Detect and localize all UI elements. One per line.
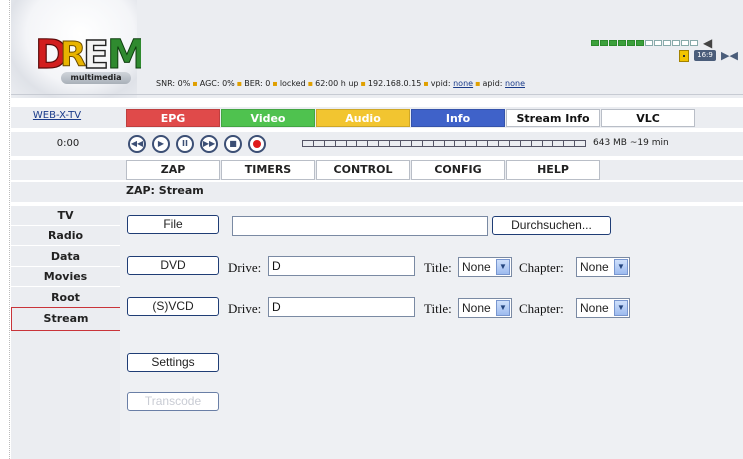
menu-timers[interactable]: TIMERS (221, 160, 315, 180)
menu-control[interactable]: CONTROL (316, 160, 410, 180)
svcd-title-select[interactable]: None ▼ (458, 298, 512, 318)
agc-value: AGC: 0% (199, 79, 235, 88)
chevron-down-icon[interactable]: ▼ (614, 259, 628, 275)
apid-link[interactable]: none (505, 79, 525, 88)
breadcrumb: ZAP: Stream (126, 184, 204, 197)
transcode-button[interactable]: Transcode (127, 392, 219, 411)
menu-zap[interactable]: ZAP (126, 160, 220, 180)
sidebar-item-stream[interactable]: Stream (11, 307, 121, 331)
chevron-down-icon[interactable]: ▼ (496, 300, 510, 316)
sidebar-item-movies[interactable]: Movies (11, 267, 120, 287)
breadcrumb-bar (11, 182, 743, 202)
svcd-chapter-label: Chapter: (519, 301, 564, 316)
dvd-drive-input[interactable]: D (268, 256, 415, 276)
dvd-title-select[interactable]: None ▼ (458, 257, 512, 277)
dvd-title-label: Title: (424, 260, 452, 275)
snr-value: SNR: 0% (156, 79, 191, 88)
vpid-link[interactable]: none (453, 79, 473, 88)
svcd-drive-label: Drive: (228, 301, 262, 316)
sidebar-item-root[interactable]: Root (11, 288, 120, 308)
stop-icon[interactable]: ■ (224, 135, 242, 153)
file-button[interactable]: File (127, 215, 219, 234)
tab-video[interactable]: Video (221, 109, 315, 127)
progress-bar[interactable] (302, 140, 586, 147)
record-icon[interactable] (248, 135, 266, 153)
left-border (0, 0, 10, 459)
header-divider (11, 94, 743, 95)
tab-epg[interactable]: EPG (126, 109, 220, 127)
mute-icon[interactable]: ▶◀ (721, 49, 738, 62)
chevron-down-icon[interactable]: ▼ (614, 300, 628, 316)
dvd-chapter-label: Chapter: (519, 260, 564, 275)
svcd-chapter-select[interactable]: None ▼ (576, 298, 630, 318)
dvd-chapter-value: None (580, 260, 609, 274)
header: D R E M multimedia ◀ 16:9 ▶◀ SNR: 0% ▪ AGC… (11, 0, 743, 98)
svg-text:E: E (83, 33, 109, 77)
sidebar-item-radio[interactable]: Radio (11, 226, 120, 246)
svcd-title-label: Title: (424, 301, 452, 316)
main-panel (120, 206, 743, 459)
dvd-title-value: None (462, 260, 491, 274)
status-bar: SNR: 0% ▪ AGC: 0% ▪ BER: 0 ▪ locked ▪ 62:00 h up… (156, 79, 525, 88)
aspect-ratio-badge[interactable]: 16:9 (694, 50, 716, 61)
tab-vlc[interactable]: VLC (601, 109, 695, 127)
uptime-value: 62:00 h up (315, 79, 359, 88)
dvd-chapter-select[interactable]: None ▼ (576, 257, 630, 277)
fast-forward-icon[interactable]: ▶▶ (200, 135, 218, 153)
ip-address: 192.168.0.15 (367, 79, 422, 88)
logo: D R E M multimedia (11, 0, 141, 98)
sidebar-item-tv[interactable]: TV (11, 206, 120, 226)
rewind-icon[interactable]: ◀◀ (128, 135, 146, 153)
playback-time: 0:00 (56, 138, 80, 149)
menu-help[interactable]: HELP (506, 160, 600, 180)
sidebar-item-data[interactable]: Data (11, 247, 120, 267)
dream-logo-icon: D R E M (34, 31, 141, 78)
toolbar-icons: 16:9 ▶◀ (679, 49, 738, 62)
speaker-icon[interactable]: ◀ (703, 36, 712, 50)
chevron-down-icon[interactable]: ▼ (496, 259, 510, 275)
lock-status: locked (279, 79, 306, 88)
tab-audio[interactable]: Audio (316, 109, 410, 127)
apid-label: apid: (482, 79, 503, 88)
svcd-chapter-value: None (580, 301, 609, 315)
volume-meter[interactable]: ◀ (591, 36, 712, 50)
svcd-drive-input[interactable]: D (268, 297, 415, 317)
lock-icon[interactable] (679, 49, 689, 62)
menu-config[interactable]: CONFIG (411, 160, 505, 180)
browse-button[interactable]: Durchsuchen... (492, 216, 611, 235)
dvd-button[interactable]: DVD (127, 256, 219, 275)
pause-icon[interactable]: II (176, 135, 194, 153)
web-tv-link[interactable]: WEB-X-TV (0, 110, 114, 121)
file-path-input[interactable] (232, 216, 488, 236)
settings-button[interactable]: Settings (127, 353, 219, 372)
vpid-label: vpid: (430, 79, 451, 88)
dvd-drive-label: Drive: (228, 260, 262, 275)
recording-info: 643 MB ~19 min (593, 138, 669, 148)
logo-subtitle: multimedia (61, 72, 131, 84)
svcd-button[interactable]: (S)VCD (127, 297, 219, 316)
ber-value: BER: 0 (244, 79, 271, 88)
svcd-title-value: None (462, 301, 491, 315)
play-icon[interactable]: ▶ (152, 135, 170, 153)
tab-info[interactable]: Info (411, 109, 505, 127)
tab-stream-info[interactable]: Stream Info (506, 109, 600, 127)
